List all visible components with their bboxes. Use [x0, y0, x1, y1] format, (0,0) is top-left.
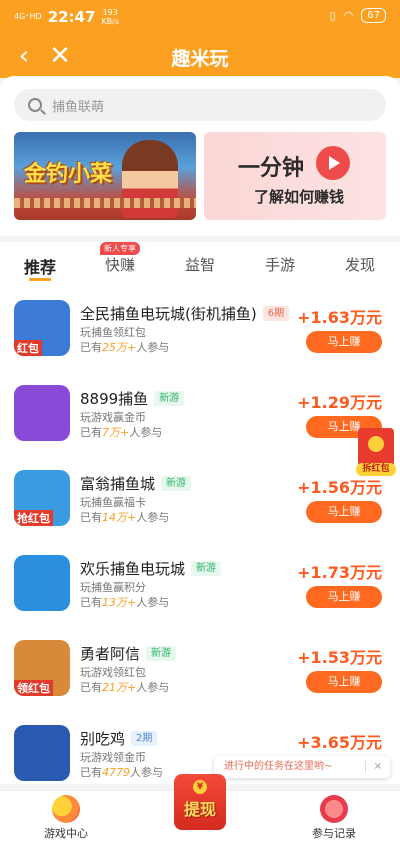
nav-game-center[interactable]: 游戏中心: [26, 795, 106, 841]
game-name: 富翁捕鱼城: [80, 475, 156, 493]
tab-discover[interactable]: 发现: [320, 254, 400, 275]
earn-now-button[interactable]: 马上赚: [306, 671, 382, 693]
game-icon: 领红包: [14, 640, 70, 696]
network-speed: 193 KB/s: [101, 8, 120, 26]
list-item[interactable]: 8899捕鱼 新游 玩游戏赢金币 已有7万+人参与 +1.29万元 马上赚: [0, 379, 400, 464]
game-center-icon: [52, 795, 80, 823]
reward-amount: +1.56万元: [297, 478, 382, 497]
red-envelope-float[interactable]: 拆红包: [356, 428, 396, 476]
game-list: 红包 全民捕鱼电玩城(街机捕鱼) 6期 玩捕鱼领红包 已有25万+人参与 +1.6…: [0, 294, 400, 784]
game-desc: 玩游戏领金币: [80, 751, 146, 764]
header-bar: 4G⁺HD 22:47 193 KB/s ▯ ◠ 67 ‹ ✕ 趣米玩: [0, 0, 400, 78]
earn-now-button[interactable]: 马上赚: [306, 501, 382, 523]
close-tip-icon[interactable]: ×: [374, 756, 382, 778]
game-desc: 玩游戏赢金币: [80, 411, 146, 424]
game-icon: [14, 385, 70, 441]
new-game-badge: 新游: [154, 391, 185, 406]
tab-recommend[interactable]: 推荐: [0, 254, 80, 281]
search-icon: [28, 98, 42, 112]
game-banner[interactable]: 金钓小菜: [14, 132, 196, 220]
participant-count: 已有4779人参与: [80, 766, 163, 779]
new-game-badge: 新游: [191, 561, 222, 576]
game-name: 8899捕鱼: [80, 390, 149, 408]
status-time: 22:47: [47, 8, 96, 26]
game-desc: 玩捕鱼赢福卡: [80, 496, 146, 509]
tab-mobile-games[interactable]: 手游: [240, 254, 320, 275]
tab-quick-earn[interactable]: 新人专享 快赚: [80, 242, 160, 275]
list-item[interactable]: 红包 全民捕鱼电玩城(街机捕鱼) 6期 玩捕鱼领红包 已有25万+人参与 +1.6…: [0, 294, 400, 379]
record-icon: [320, 795, 348, 823]
game-name: 勇者阿信: [80, 645, 141, 663]
game-desc: 玩游戏领红包: [80, 666, 146, 679]
game-desc: 玩捕鱼赢积分: [80, 581, 146, 594]
reward-amount: +3.65万元: [297, 733, 382, 752]
game-icon: 抢红包: [14, 470, 70, 526]
list-item[interactable]: 欢乐捕鱼电玩城 新游 玩捕鱼赢积分 已有13万+人参与 +1.73万元 马上赚: [0, 549, 400, 634]
game-name: 欢乐捕鱼电玩城: [80, 560, 186, 578]
withdraw-label: 提现: [183, 800, 216, 819]
search-placeholder: 捕鱼联萌: [52, 99, 105, 115]
task-tip-text: 进行中的任务在这里哟~: [224, 761, 333, 772]
tutorial-banner[interactable]: 一分钟 了解如何赚钱: [204, 132, 386, 220]
participant-count: 已有14万+人参与: [80, 511, 170, 524]
game-name: 全民捕鱼电玩城(街机捕鱼): [80, 305, 257, 323]
category-tabs: 推荐 新人专享 快赚 益智 手游 发现: [0, 242, 400, 294]
reward-amount: +1.63万元: [297, 308, 382, 327]
game-icon: 红包: [14, 300, 70, 356]
active-tab-indicator: [29, 278, 51, 281]
nav-bar: ‹ ✕ 趣米玩: [0, 34, 400, 78]
participant-count: 已有13万+人参与: [80, 596, 170, 609]
tip-divider: [365, 761, 366, 773]
red-envelope-icon: [368, 436, 384, 452]
list-item[interactable]: 领红包 勇者阿信 新游 玩游戏领红包 已有21万+人参与 +1.53万元 马上赚: [0, 634, 400, 719]
top-panel: 捕鱼联萌 金钓小菜 一分钟 了解如何赚钱: [0, 76, 400, 236]
banner-subline: 了解如何赚钱: [254, 188, 345, 206]
earn-now-button[interactable]: 马上赚: [306, 331, 382, 353]
nav-participation-record[interactable]: 参与记录: [294, 795, 374, 841]
banner-game-logo: 金钓小菜: [24, 162, 113, 187]
period-badge: 2期: [131, 731, 158, 746]
participant-count: 已有21万+人参与: [80, 681, 170, 694]
wifi-icon: ◠: [343, 9, 354, 22]
play-icon: [316, 146, 350, 180]
game-icon: [14, 725, 70, 781]
game-icon: [14, 555, 70, 611]
new-user-badge: 新人专享: [100, 242, 140, 255]
page-title: 趣米玩: [171, 48, 229, 70]
participant-count: 已有25万+人参与: [80, 341, 170, 354]
vibrate-icon: ▯: [329, 9, 336, 22]
earn-now-button[interactable]: 马上赚: [306, 586, 382, 608]
network-indicator: 4G⁺HD: [14, 12, 42, 21]
list-item[interactable]: 抢红包 富翁捕鱼城 新游 玩捕鱼赢福卡 已有14万+人参与 +1.56万元 马上赚: [0, 464, 400, 549]
banner-railing: [14, 198, 196, 208]
new-game-badge: 新游: [146, 646, 177, 661]
withdraw-button[interactable]: 提现: [168, 770, 232, 834]
task-tip[interactable]: 进行中的任务在这里哟~ ×: [214, 756, 390, 778]
status-bar: 4G⁺HD 22:47 193 KB/s ▯ ◠ 67: [0, 0, 400, 32]
participant-count: 已有7万+人参与: [80, 426, 163, 439]
period-badge: 6期: [262, 306, 290, 321]
new-game-badge: 新游: [161, 476, 192, 491]
battery-indicator: 67: [361, 8, 386, 23]
game-desc: 玩捕鱼领红包: [80, 326, 146, 339]
reward-amount: +1.53万元: [297, 648, 382, 667]
reward-amount: +1.73万元: [297, 563, 382, 582]
reward-amount: +1.29万元: [297, 393, 382, 412]
open-red-envelope-label: 拆红包: [356, 463, 396, 476]
game-name: 别吃鸡: [80, 730, 126, 748]
banner-headline: 一分钟: [238, 156, 305, 181]
tab-puzzle[interactable]: 益智: [160, 254, 240, 275]
search-input[interactable]: 捕鱼联萌: [14, 89, 386, 121]
